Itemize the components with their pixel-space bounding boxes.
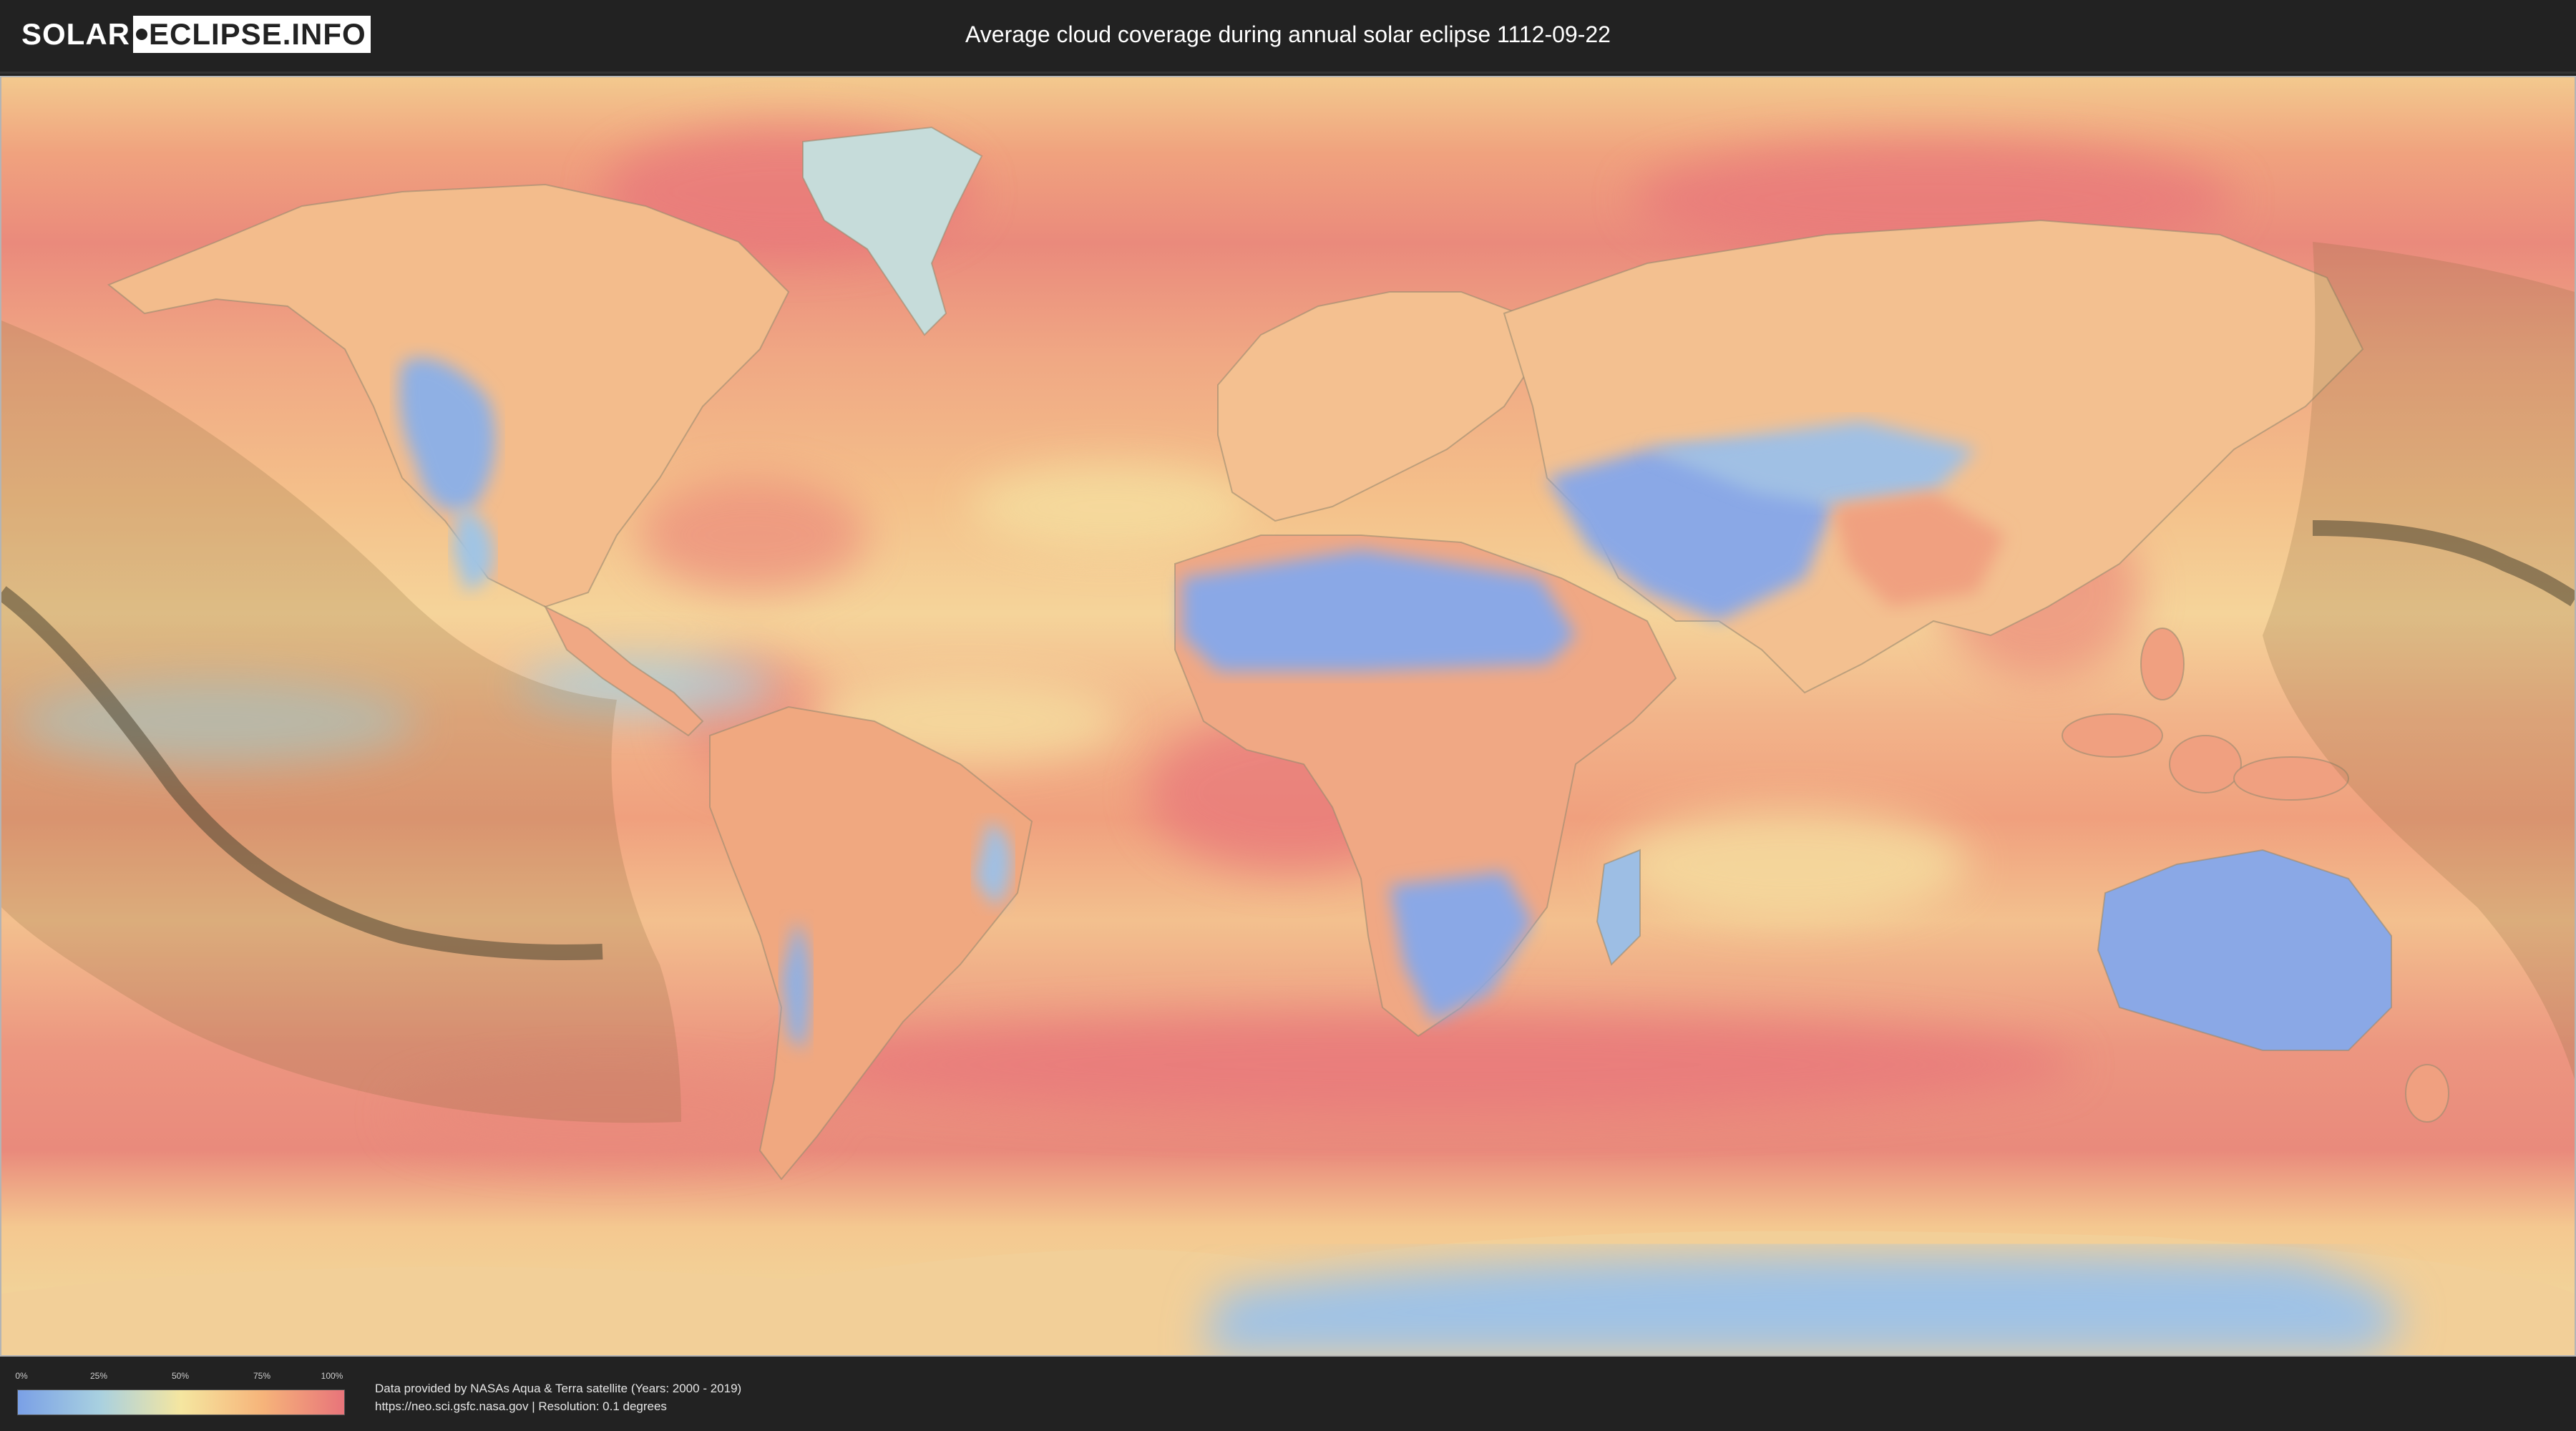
legend-color-bar [17,1390,345,1415]
page-title: Average cloud coverage during annual sol… [965,21,1611,47]
legend-tick-row: 0% 25% 50% 75% 100% [15,1371,343,1385]
cloud-coverage-map[interactable] [0,76,2576,1357]
legend-tick-50: 50% [171,1371,190,1381]
legend-tick-0: 0% [15,1371,28,1381]
data-url-line: https://neo.sci.gsfc.nasa.gov | Resoluti… [375,1400,667,1413]
legend-tick-25: 25% [89,1371,108,1381]
legend-tick-75: 75% [253,1371,271,1381]
data-source-line: Data provided by NASAs Aqua & Terra sate… [375,1382,742,1395]
data-source-note: Data provided by NASAs Aqua & Terra sate… [375,1379,741,1415]
footer-bar: 0% 25% 50% 75% 100% Data provided by NAS… [0,1358,2576,1431]
header-bar: SOLAR ECLIPSE.INFO Average cloud coverag… [0,0,2576,74]
cloud-coverage-legend: 0% 25% 50% 75% 100% [15,1371,345,1415]
legend-tick-100: 100% [321,1371,343,1381]
map-canvas [1,77,2575,1355]
